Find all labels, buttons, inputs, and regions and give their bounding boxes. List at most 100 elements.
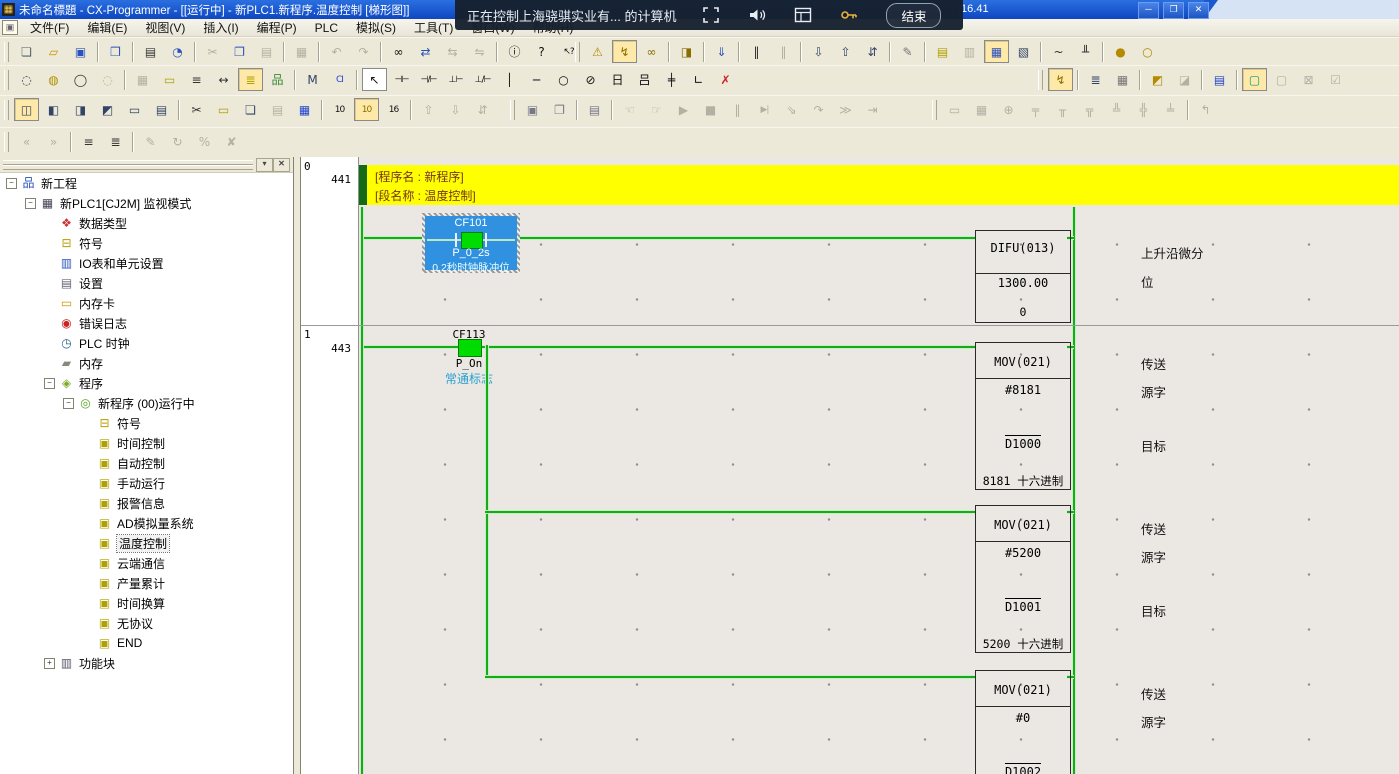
minimize-button[interactable]: ─ [1138, 2, 1159, 19]
tree-item-符号[interactable]: ⊟符号 [0, 413, 293, 433]
symbol-table-list-button[interactable]: ≡ [76, 130, 101, 153]
mnemonic-view-button[interactable]: M [300, 68, 325, 91]
toolbar-grip[interactable] [4, 42, 9, 62]
toolbar-grip[interactable] [1038, 70, 1043, 90]
tree-item-内存卡[interactable]: ▭内存卡 [0, 293, 293, 313]
new-ladder-view-button[interactable]: ❏ [238, 98, 263, 121]
collapse-icon[interactable]: − [44, 378, 55, 389]
watch-window-button-button[interactable]: ≣ [1083, 68, 1108, 91]
close-button[interactable]: ✕ [1188, 2, 1209, 19]
collapse-icon[interactable]: − [63, 398, 74, 409]
tree-item-手动运行[interactable]: ▣手动运行 [0, 473, 293, 493]
toolbar-grip[interactable] [575, 42, 580, 62]
new-or-closed-contact-button[interactable]: ⊥/⊢ [470, 68, 495, 91]
tree-item-新程序 (00)运行中[interactable]: −◎新程序 (00)运行中 [0, 393, 293, 413]
tree-item-云端通信[interactable]: ▣云端通信 [0, 553, 293, 573]
time-chart-monitor-button[interactable]: ╨ [1073, 40, 1098, 63]
about-info-button[interactable]: ⓘ [502, 40, 527, 63]
help-button[interactable]: ? [529, 40, 554, 63]
differential-monitor-button[interactable]: ∞ [639, 40, 664, 63]
io-table-button-button[interactable]: ▤ [930, 40, 955, 63]
new-or-contact-button[interactable]: ⊥⊢ [443, 68, 468, 91]
new-coil-button[interactable]: ○ [551, 68, 576, 91]
selected-contact-cf101[interactable]: CF101 P_0_2s 0.2秒时钟脉冲位 [422, 213, 520, 273]
toolbar-grip[interactable] [4, 70, 9, 90]
tree-item-程序[interactable]: −◈程序 [0, 373, 293, 393]
memory-view-button[interactable]: ▦ [984, 40, 1009, 63]
key-icon[interactable] [838, 4, 860, 26]
rung-comment-button[interactable]: ▭ [157, 68, 182, 91]
tree-item-错误日志[interactable]: ◉错误日志 [0, 313, 293, 333]
section-hierarchy-button[interactable]: 品 [265, 68, 290, 91]
select-mode-button[interactable]: ↖ [362, 68, 387, 91]
tree-item-时间换算[interactable]: ▣时间换算 [0, 593, 293, 613]
ladder-editor[interactable]: 0 441 1 443 [程序名 : 新程序] [段名称 : 温度控制] [300, 157, 1399, 774]
new-closed-coil-button[interactable]: ⊘ [578, 68, 603, 91]
menu-编程[interactable]: 编程(P) [248, 20, 306, 36]
ladder-canvas[interactable]: [程序名 : 新程序] [段名称 : 温度控制] CF101 [359, 157, 1399, 774]
work-online-button[interactable]: ⚠ [585, 40, 610, 63]
workspace-titlebar[interactable]: ▾ ✕ [0, 157, 293, 173]
menu-PLC[interactable]: PLC [306, 20, 347, 36]
tree-item-报警信息[interactable]: ▣报警信息 [0, 493, 293, 513]
comment-editor-button[interactable]: ▭ [211, 98, 236, 121]
calendar-view-button[interactable]: ▦ [1110, 68, 1135, 91]
tree-item-功能块[interactable]: +▥功能块 [0, 653, 293, 673]
open-project-button[interactable]: ▱ [41, 40, 66, 63]
new-project-button[interactable]: ❏ [14, 40, 39, 63]
toolbar-grip[interactable] [932, 100, 937, 120]
new-inverted-instruction-button[interactable]: 吕 [632, 68, 657, 91]
toolbar-grip[interactable] [4, 100, 9, 120]
save-project-button[interactable]: ▣ [68, 40, 93, 63]
mov-instruction-block[interactable]: MOV(021) #0 D1002 [975, 670, 1071, 774]
mov-instruction-block[interactable]: MOV(021) #5200 D1001 5200 十六进制 [975, 505, 1071, 653]
tree-item-新PLC1[CJ2M] 监视模式[interactable]: −▦新PLC1[CJ2M] 监视模式 [0, 193, 293, 213]
monitor-hot-refresh-button[interactable]: ↯ [1048, 68, 1073, 91]
tree-item-END[interactable]: ▣END [0, 633, 293, 653]
simulator-transfer-button[interactable]: ▤ [582, 98, 607, 121]
horizontal-line-button[interactable]: ─ [524, 68, 549, 91]
find-button[interactable]: ∞ [386, 40, 411, 63]
collapse-icon[interactable]: − [6, 178, 17, 189]
contact-on-indicator[interactable] [458, 339, 482, 357]
tree-item-数据类型[interactable]: ❖数据类型 [0, 213, 293, 233]
replace-button[interactable]: ⇄ [413, 40, 438, 63]
monitor-signed-decimal-button[interactable]: 10 [354, 98, 379, 121]
tree-item-时间控制[interactable]: ▣时间控制 [0, 433, 293, 453]
collapse-icon[interactable]: − [25, 198, 36, 209]
statement-list-button[interactable]: ≡ [184, 68, 209, 91]
monitor-mode-button[interactable]: ↯ [612, 40, 637, 63]
menu-文件[interactable]: 文件(F) [21, 20, 78, 36]
tree-item-温度控制[interactable]: ▣温度控制 [0, 533, 293, 553]
menu-视图[interactable]: 视图(V) [136, 20, 194, 36]
address-reference-tool-button[interactable]: ▤ [1207, 68, 1232, 91]
memory-card-button-button[interactable]: ▧ [1011, 40, 1036, 63]
io-comment-monitor-button[interactable]: ▢ [1242, 68, 1267, 91]
data-trace-button[interactable]: ~ [1046, 40, 1071, 63]
io-table-window-button[interactable]: ▦ [292, 98, 317, 121]
toolbar-grip[interactable] [4, 132, 9, 152]
simulator-online-button[interactable]: ▣ [520, 98, 545, 121]
zoom-in-button[interactable]: ◯ [68, 68, 93, 91]
tree-item-PLC 时钟[interactable]: ◷PLC 时钟 [0, 333, 293, 353]
new-closed-contact-button[interactable]: ⊣/⊢ [416, 68, 441, 91]
tree-item-内存[interactable]: ▰内存 [0, 353, 293, 373]
zoom-fit-button[interactable]: ◌ [14, 68, 39, 91]
toggle-workspace-button[interactable]: ◫ [14, 98, 39, 121]
new-instruction-button[interactable]: 日 [605, 68, 630, 91]
pause-monitoring-button[interactable]: ‖ [744, 40, 769, 63]
toggle-cross-ref-button[interactable]: ◩ [95, 98, 120, 121]
toggle-output-button[interactable]: ◧ [41, 98, 66, 121]
expand-icon[interactable]: + [44, 658, 55, 669]
print-preview-button[interactable]: ◔ [165, 40, 190, 63]
delete-mode-button[interactable]: ✗ [713, 68, 738, 91]
toggle-address-ref-button[interactable]: ▭ [122, 98, 147, 121]
workspace-menu-button[interactable]: ▾ [256, 158, 273, 172]
symbol-bar-button[interactable]: ≣ [238, 68, 263, 91]
tree-item-符号[interactable]: ⊟符号 [0, 233, 293, 253]
split-window-button[interactable]: ✂ [184, 98, 209, 121]
tree-item-新工程[interactable]: −品新工程 [0, 173, 293, 193]
monitor-hex-button[interactable]: 16 [381, 98, 406, 121]
zoom-custom-button[interactable]: ◍ [41, 68, 66, 91]
monitor-decimal-button[interactable]: 10 [327, 98, 352, 121]
